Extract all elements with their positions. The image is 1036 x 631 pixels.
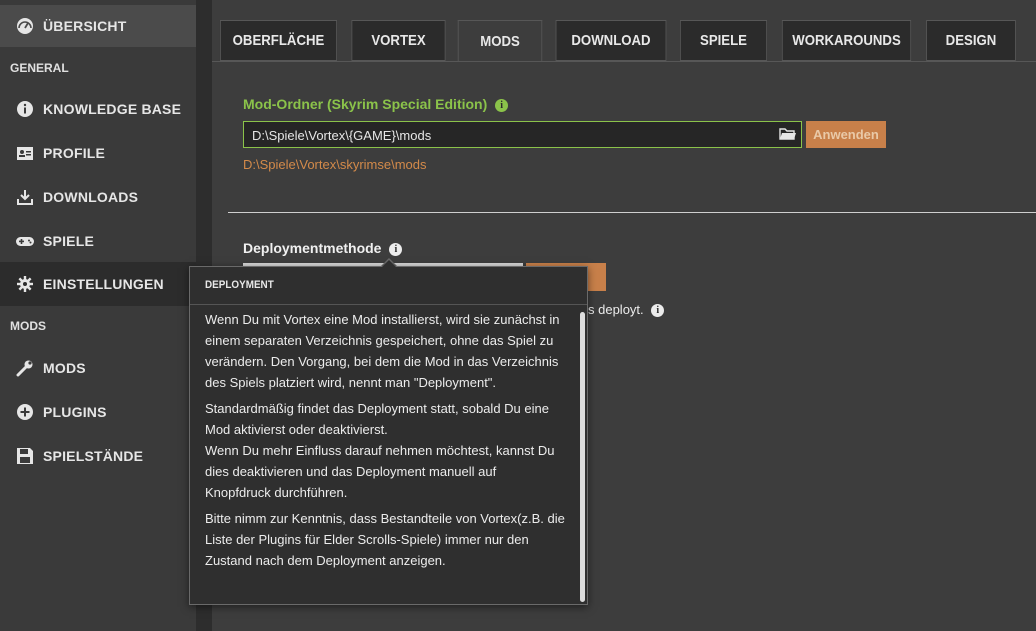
tab-games[interactable]: SPIELE xyxy=(679,20,768,61)
folder-open-icon[interactable] xyxy=(779,126,797,145)
gamepad-icon xyxy=(15,231,35,251)
sidebar-item-label: PROFILE xyxy=(43,145,106,161)
deployment-note-text: s deployt. xyxy=(588,302,644,317)
floppy-icon xyxy=(15,446,35,466)
section-label-general: GENERAL xyxy=(10,61,69,75)
tab-mods[interactable]: MODS xyxy=(457,20,543,62)
mod-folder-value: D:\Spiele\Vortex\{GAME}\mods xyxy=(252,128,432,143)
tooltip-paragraph: Standardmäßig findet das Deployment stat… xyxy=(205,401,549,437)
deployment-tooltip: DEPLOYMENT Wenn Du mit Vortex eine Mod i… xyxy=(189,266,588,605)
tab-label: DOWNLOAD xyxy=(571,32,651,49)
tooltip-paragraph: Wenn Du mehr Einfluss darauf nehmen möch… xyxy=(205,443,555,500)
sidebar-item-overview[interactable]: ÜBERSICHT xyxy=(0,5,196,47)
sidebar-item-label: DOWNLOADS xyxy=(43,189,139,205)
tab-vortex[interactable]: VORTEX xyxy=(351,20,446,61)
sidebar-item-settings[interactable]: EINSTELLUNGEN xyxy=(0,262,196,306)
dashboard-icon xyxy=(15,16,35,36)
profile-card-icon xyxy=(15,143,35,163)
sidebar-item-plugins[interactable]: PLUGINS xyxy=(0,390,196,434)
deployment-method-label: Deploymentmethode i xyxy=(243,240,403,256)
info-icon[interactable]: i xyxy=(389,242,403,256)
mod-folder-input[interactable]: D:\Spiele\Vortex\{GAME}\mods xyxy=(243,121,802,148)
tab-underline xyxy=(212,61,1036,62)
tab-label: WORKAROUNDS xyxy=(792,32,901,49)
tab-label: VORTEX xyxy=(371,32,426,49)
tab-label: MODS xyxy=(480,32,520,50)
tab-label: OBERFLÄCHE xyxy=(232,32,325,49)
plus-circle-icon xyxy=(15,402,35,422)
tab-workarounds[interactable]: WORKAROUNDS xyxy=(781,20,912,61)
sidebar-item-label: KNOWLEDGE BASE xyxy=(43,101,182,117)
sidebar-item-label: PLUGINS xyxy=(43,404,107,420)
tab-label: DESIGN xyxy=(945,32,997,49)
sidebar-item-games[interactable]: SPIELE xyxy=(0,219,196,263)
sidebar-item-knowledge-base[interactable]: KNOWLEDGE BASE xyxy=(0,87,196,131)
sidebar-item-mods[interactable]: MODS xyxy=(0,346,196,390)
sidebar-item-label: MODS xyxy=(43,360,86,376)
mod-folder-label: Mod-Ordner (Skyrim Special Edition) i xyxy=(243,96,509,112)
tooltip-paragraph: Wenn Du mit Vortex eine Mod installierst… xyxy=(205,312,560,390)
sidebar-item-label: EINSTELLUNGEN xyxy=(43,276,164,292)
apply-button[interactable]: Anwenden xyxy=(806,121,886,148)
deployment-method-label-text: Deploymentmethode xyxy=(243,240,382,256)
gear-icon xyxy=(15,274,35,294)
info-icon[interactable]: i xyxy=(651,304,665,318)
tab-interface[interactable]: OBERFLÄCHE xyxy=(219,20,338,61)
tooltip-separator xyxy=(190,304,587,305)
section-label-mods: MODS xyxy=(10,319,46,333)
resolved-path: D:\Spiele\Vortex\skyrimse\mods xyxy=(243,157,427,172)
tooltip-paragraph: Bitte nimm zur Kenntnis, dass Bestandtei… xyxy=(205,511,565,568)
tab-label: SPIELE xyxy=(700,32,747,49)
settings-tabs: OBERFLÄCHE VORTEX MODS DOWNLOAD SPIELE W… xyxy=(212,20,1036,62)
sidebar-item-downloads[interactable]: DOWNLOADS xyxy=(0,175,196,219)
tooltip-scrollbar[interactable] xyxy=(580,312,585,602)
wrench-icon xyxy=(15,358,35,378)
section-divider xyxy=(228,212,1036,213)
tab-design[interactable]: DESIGN xyxy=(926,20,1016,61)
download-icon xyxy=(15,187,35,207)
tab-download[interactable]: DOWNLOAD xyxy=(555,20,667,61)
sidebar-item-label: SPIELE xyxy=(43,233,94,249)
sidebar-item-profile[interactable]: PROFILE xyxy=(0,131,196,175)
info-icon xyxy=(15,99,35,119)
tooltip-body: Wenn Du mit Vortex eine Mod installierst… xyxy=(205,309,565,576)
info-icon[interactable]: i xyxy=(495,98,509,112)
tooltip-title: DEPLOYMENT xyxy=(205,279,274,291)
sidebar: ÜBERSICHT GENERAL KNOWLEDGE BASE PROFILE… xyxy=(0,0,196,631)
tooltip-arrow-inner xyxy=(381,260,397,268)
sidebar-item-label: ÜBERSICHT xyxy=(43,18,127,34)
deployment-note: s deployt. i xyxy=(588,302,665,318)
mod-folder-label-text: Mod-Ordner (Skyrim Special Edition) xyxy=(243,96,488,112)
sidebar-item-label: SPIELSTÄNDE xyxy=(43,448,144,464)
sidebar-item-savegames[interactable]: SPIELSTÄNDE xyxy=(0,434,196,478)
